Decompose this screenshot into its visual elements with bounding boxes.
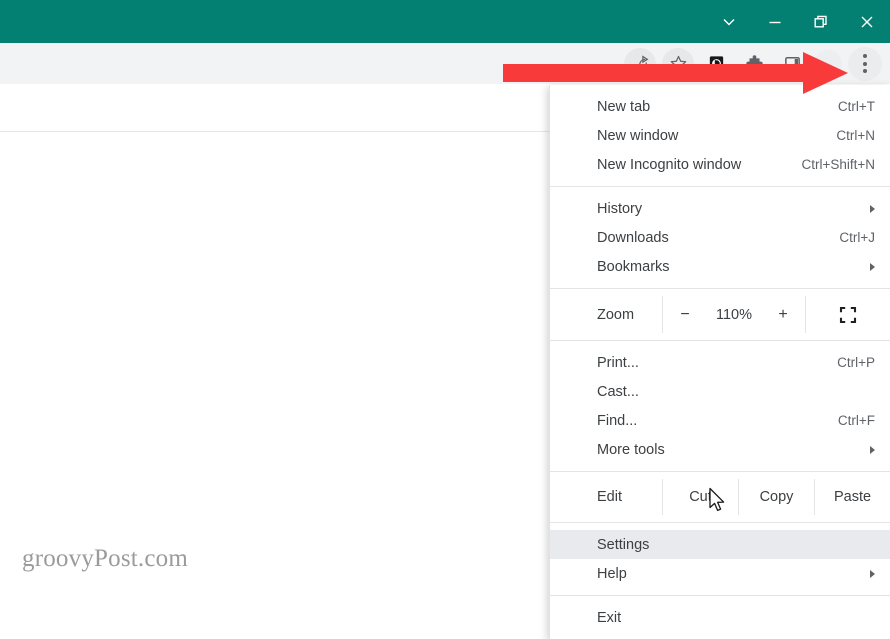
menu-bottom-padding [550,632,890,639]
menu-separator [550,186,890,187]
zoom-controls: − 110% + [662,296,806,333]
menu-item-label: Cast... [597,383,639,400]
zoom-label: Zoom [597,306,635,323]
menu-separator [550,340,890,341]
chevron-right-icon [870,569,875,578]
star-icon[interactable] [662,47,694,80]
three-dot-menu-icon[interactable] [848,46,882,81]
menu-item-more-tools[interactable]: More tools [550,435,890,464]
menu-item-label: Print... [597,354,639,371]
avatar[interactable] [814,49,842,78]
menu-group-exit: Exit [550,603,890,632]
menu-item-history[interactable]: History [550,194,890,223]
menu-item-accel: Ctrl+N [836,128,875,143]
menu-item-label: More tools [597,441,665,458]
menu-group-browse: History Downloads Ctrl+J Bookmarks [550,194,890,281]
side-panel-icon[interactable] [776,48,808,80]
menu-item-find[interactable]: Find... Ctrl+F [550,406,890,435]
zoom-level-value: 110% [715,306,752,323]
toolbar-icon-group [621,43,884,84]
menu-group-new: New tab Ctrl+T New window Ctrl+N New Inc… [550,92,890,179]
browser-window: groovyPost.com New tab Ctrl+T New window… [0,0,890,639]
menu-item-exit[interactable]: Exit [550,603,890,632]
minimize-icon[interactable] [752,0,798,43]
tab-search-chevron-down-icon[interactable] [706,0,752,43]
menu-item-label: New tab [597,98,651,115]
chevron-right-icon [870,204,875,213]
window-controls [706,0,890,43]
menu-item-downloads[interactable]: Downloads Ctrl+J [550,223,890,252]
menu-item-new-incognito-window[interactable]: New Incognito window Ctrl+Shift+N [550,150,890,179]
menu-item-settings[interactable]: Settings [550,530,890,559]
fullscreen-icon[interactable] [806,296,890,333]
menu-item-label: Exit [597,609,622,626]
menu-item-print[interactable]: Print... Ctrl+P [550,348,890,377]
close-icon[interactable] [844,0,890,43]
menu-item-label: Help [597,565,627,582]
menu-item-new-window[interactable]: New window Ctrl+N [550,121,890,150]
menu-item-label: New window [597,127,679,144]
edit-label: Edit [597,489,622,505]
menu-zoom-row: Zoom − 110% + [550,296,890,333]
menu-group-settings: Settings Help [550,530,890,588]
share-icon[interactable] [624,47,656,80]
menu-item-new-tab[interactable]: New tab Ctrl+T [550,92,890,121]
menu-item-label: Downloads [597,229,669,246]
zoom-out-button[interactable]: − [677,306,693,324]
menu-separator [550,522,890,523]
watermark: groovyPost.com [22,545,188,572]
copy-button[interactable]: Copy [738,479,814,515]
chevron-right-icon [870,445,875,454]
menu-item-accel: Ctrl+P [837,355,875,370]
restore-icon[interactable] [798,0,844,43]
puzzle-piece-icon[interactable] [738,48,770,80]
menu-item-label: History [597,200,643,217]
chrome-main-menu: New tab Ctrl+T New window Ctrl+N New Inc… [549,85,890,639]
menu-item-accel: Ctrl+Shift+N [801,157,875,172]
chevron-right-icon [870,262,875,271]
menu-item-accel: Ctrl+F [837,413,875,428]
menu-group-tools: Print... Ctrl+P Cast... Find... Ctrl+F M… [550,348,890,464]
menu-item-label: Settings [597,536,650,553]
cut-button[interactable]: Cut [662,479,738,515]
menu-item-cast[interactable]: Cast... [550,377,890,406]
menu-separator [550,288,890,289]
browser-toolbar [0,43,890,84]
paste-button[interactable]: Paste [814,479,890,515]
menu-item-bookmarks[interactable]: Bookmarks [550,252,890,281]
menu-item-accel: Ctrl+T [837,99,875,114]
title-bar [0,0,890,43]
menu-item-label: Find... [597,412,638,429]
menu-edit-row: Edit Cut Copy Paste [550,479,890,515]
menu-item-help[interactable]: Help [550,559,890,588]
menu-item-label: Bookmarks [597,258,670,275]
menu-item-label: New Incognito window [597,156,742,173]
extension-d-icon[interactable] [700,48,732,80]
menu-separator [550,471,890,472]
menu-item-accel: Ctrl+J [839,230,875,245]
zoom-in-button[interactable]: + [775,306,791,324]
menu-separator [550,595,890,596]
